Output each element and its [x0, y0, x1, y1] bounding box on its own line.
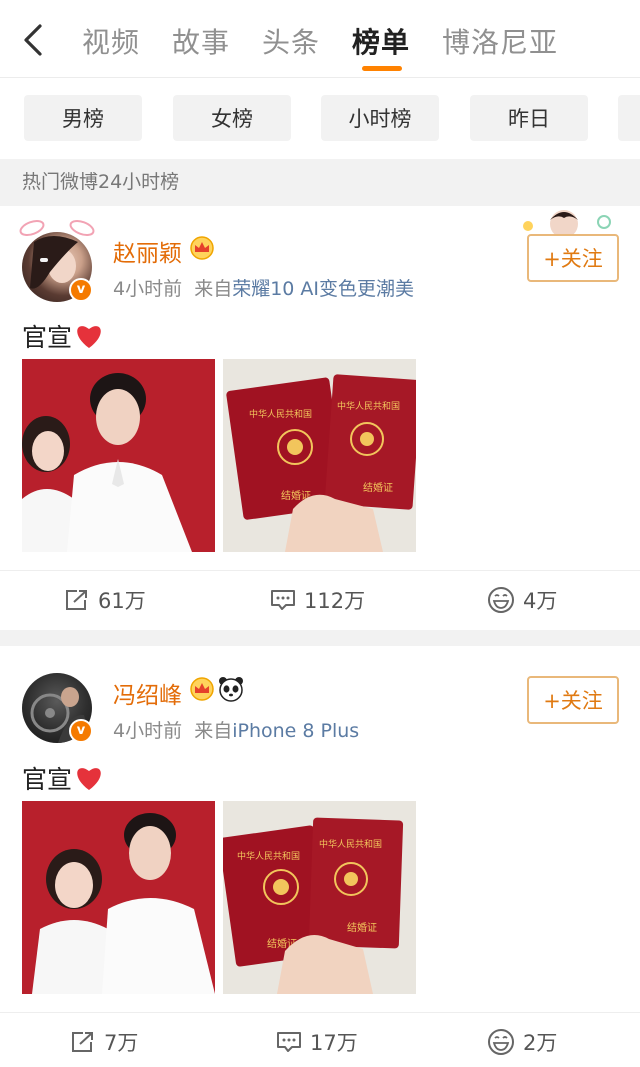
- like-count: 2万: [523, 1031, 558, 1055]
- certificate-title-d: 结婚证: [347, 921, 377, 934]
- post-time: 4小时前: [113, 720, 183, 742]
- filter-hourly-ranking[interactable]: 小时榜: [321, 95, 439, 141]
- laughing-face-icon: [488, 587, 514, 613]
- post-divider: [0, 630, 640, 646]
- post-photo-certificates[interactable]: 中华人民共和国 中华人民共和国 结婚证 结婚证: [223, 359, 416, 552]
- filter-yesterday[interactable]: 昨日: [470, 95, 588, 141]
- comment-button[interactable]: 112万: [270, 585, 365, 615]
- certificate-country-label: 中华人民共和国: [249, 408, 312, 420]
- like-button[interactable]: 4万: [487, 585, 557, 615]
- comment-icon: [277, 1032, 301, 1052]
- follow-button[interactable]: +关注: [527, 234, 619, 282]
- tab-headlines[interactable]: 头条: [262, 21, 320, 61]
- filter-male-ranking[interactable]: 男榜: [24, 95, 142, 141]
- tab-story[interactable]: 故事: [172, 21, 230, 61]
- weibo-post[interactable]: v 赵丽颖 4小时前 来自荣耀10 AI变色更潮美 +关注 官宣 中华人民共和国…: [0, 206, 640, 630]
- filter-female-ranking[interactable]: 女榜: [173, 95, 291, 141]
- post-photo-couple[interactable]: [22, 359, 215, 552]
- laughing-face-icon: [488, 1029, 514, 1055]
- post-username[interactable]: 冯绍峰: [113, 676, 182, 710]
- crown-icon: [190, 236, 214, 260]
- post-source-prefix: 来自: [194, 278, 233, 300]
- post-text-content: 官宣: [22, 765, 73, 794]
- post-meta: 4小时前 来自荣耀10 AI变色更潮美: [113, 274, 414, 301]
- post-meta: 4小时前 来自iPhone 8 Plus: [113, 716, 359, 743]
- certificate-country-label-2: 中华人民共和国: [337, 400, 400, 412]
- post-action-bar: 7万 17万 2万: [0, 1012, 640, 1067]
- repost-icon: [72, 1032, 93, 1052]
- repost-count: 61万: [98, 589, 146, 613]
- like-count: 4万: [523, 589, 558, 613]
- tab-video[interactable]: 视频: [82, 21, 140, 61]
- post-photo-couple[interactable]: [22, 801, 215, 994]
- post-username[interactable]: 赵丽颖: [113, 234, 182, 268]
- post-photo-certificates[interactable]: 中华人民共和国 中华人民共和国 结婚证 结婚证: [223, 801, 416, 994]
- certificate-country-label-4: 中华人民共和国: [319, 838, 382, 850]
- crown-icon: [190, 677, 214, 701]
- post-source[interactable]: 荣耀10 AI变色更潮美: [232, 278, 414, 300]
- comment-button[interactable]: 17万: [276, 1027, 358, 1057]
- top-nav-bar: 视频 故事 头条 榜单 博洛尼亚: [0, 0, 640, 78]
- certificate-title-b: 结婚证: [363, 481, 393, 494]
- certificate-country-label-3: 中华人民共和国: [237, 850, 300, 862]
- red-heart-icon: [77, 768, 101, 790]
- ranking-filter-bar: 男榜 女榜 小时榜 昨日: [0, 79, 640, 159]
- panda-icon: [219, 677, 243, 702]
- post-action-bar: 61万 112万 4万: [0, 570, 640, 630]
- verified-badge-icon: v: [69, 719, 93, 743]
- post-time: 4小时前: [113, 278, 183, 300]
- post-source-prefix: 来自: [194, 720, 233, 742]
- follow-button[interactable]: +关注: [527, 676, 619, 724]
- comment-count: 112万: [304, 589, 366, 613]
- verified-badge-icon: v: [69, 278, 93, 302]
- repost-button[interactable]: 61万: [64, 585, 146, 615]
- tab-bologna[interactable]: 博洛尼亚: [442, 21, 558, 61]
- post-text: 官宣: [22, 760, 104, 796]
- comment-count: 17万: [310, 1031, 358, 1055]
- comment-icon: [271, 590, 295, 610]
- post-source[interactable]: iPhone 8 Plus: [232, 720, 359, 742]
- post-text-content: 官宣: [22, 323, 73, 352]
- post-text: 官宣: [22, 318, 104, 354]
- filter-more-chip[interactable]: [618, 95, 640, 141]
- like-button[interactable]: 2万: [487, 1027, 557, 1057]
- section-header: 热门微博24小时榜: [0, 159, 640, 206]
- decorative-character-icon: [523, 210, 611, 236]
- back-arrow-icon[interactable]: [18, 22, 48, 58]
- active-tab-indicator: [362, 66, 402, 71]
- repost-count: 7万: [104, 1031, 139, 1055]
- repost-button[interactable]: 7万: [70, 1027, 138, 1057]
- weibo-post[interactable]: v 冯绍峰 4小时前 来自iPhone 8 Plus +关注 官宣 中华人民共和…: [0, 646, 640, 1067]
- repost-icon: [66, 590, 87, 610]
- tab-ranking[interactable]: 榜单: [352, 21, 410, 61]
- red-heart-icon: [77, 326, 101, 348]
